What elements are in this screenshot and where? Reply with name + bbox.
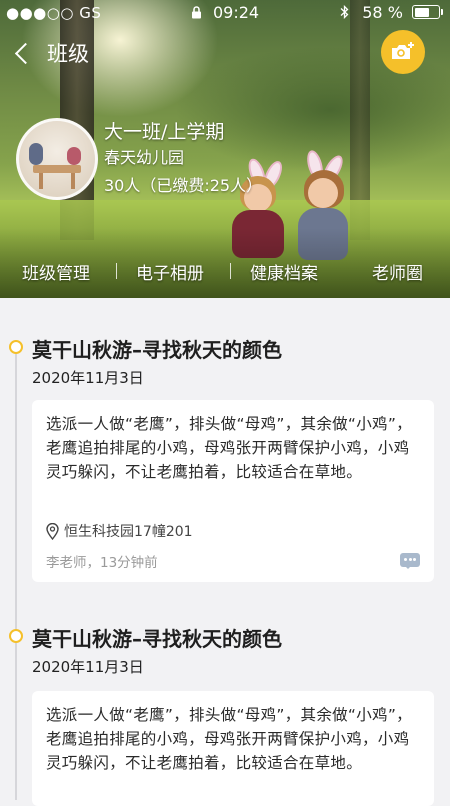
camera-plus-icon xyxy=(392,42,414,59)
location-pin-icon xyxy=(46,522,59,540)
add-photo-button[interactable] xyxy=(381,30,425,74)
chevron-left-icon xyxy=(14,42,37,64)
timeline-dot xyxy=(9,340,23,354)
class-info: 大一班/上学期 春天幼儿园 30人（已缴费:25人） xyxy=(104,120,262,198)
back-button[interactable]: 班级 xyxy=(14,38,89,68)
tab-teacher-circle[interactable]: 老师圈 xyxy=(372,259,423,284)
status-right-group: 58 % xyxy=(340,3,443,22)
school-name: 春天幼儿园 xyxy=(104,148,185,167)
post-title[interactable]: 莫干山秋游–寻找秋天的颜色 xyxy=(32,334,282,363)
tab-divider xyxy=(116,263,117,279)
timeline-line xyxy=(15,340,17,800)
status-time: 09:24 xyxy=(212,3,260,22)
post-content: 选派一人做“老鹰”，排头做“母鸡”，其余做“小鸡”，老鹰追拍排尾的小鸡，母鸡张开… xyxy=(46,415,412,481)
bluetooth-icon xyxy=(340,3,362,22)
tab-divider xyxy=(230,263,231,279)
post-card[interactable]: 选派一人做“老鹰”，排头做“母鸡”，其余做“小鸡”，老鹰追拍排尾的小鸡，母鸡张开… xyxy=(32,400,434,582)
page-title: 班级 xyxy=(47,42,89,66)
post-location[interactable]: 恒生科技园17幢201 xyxy=(46,521,193,541)
tab-class-management[interactable]: 班级管理 xyxy=(22,259,90,284)
timeline-dot xyxy=(9,629,23,643)
post-content: 选派一人做“老鹰”，排头做“母鸡”，其余做“小鸡”，老鹰追拍排尾的小鸡，母鸡张开… xyxy=(46,706,412,772)
post-title[interactable]: 莫干山秋游–寻找秋天的颜色 xyxy=(32,623,282,652)
tab-health-records[interactable]: 健康档案 xyxy=(250,259,318,284)
battery-icon xyxy=(412,5,443,19)
battery-percent: 58 % xyxy=(362,3,403,22)
class-tabs: 班级管理 电子相册 健康档案 老师圈 xyxy=(0,255,450,285)
student-count: 30人（已缴费:25人） xyxy=(104,176,263,195)
class-avatar[interactable] xyxy=(16,118,98,200)
post-date: 2020年11月3日 xyxy=(32,658,144,676)
post-date: 2020年11月3日 xyxy=(32,369,144,387)
post-card[interactable]: 选派一人做“老鹰”，排头做“母鸡”，其余做“小鸡”，老鹰追拍排尾的小鸡，母鸡张开… xyxy=(32,691,434,806)
status-bar: ●●●○○ GS 09:24 58 % xyxy=(0,0,450,26)
lock-icon xyxy=(191,3,207,22)
comment-icon[interactable] xyxy=(400,553,420,569)
post-location-text: 恒生科技园17幢201 xyxy=(64,524,193,540)
tab-photo-album[interactable]: 电子相册 xyxy=(136,259,204,284)
class-name: 大一班/上学期 xyxy=(104,121,225,143)
post-author-time: 李老师，13分钟前 xyxy=(46,555,158,571)
